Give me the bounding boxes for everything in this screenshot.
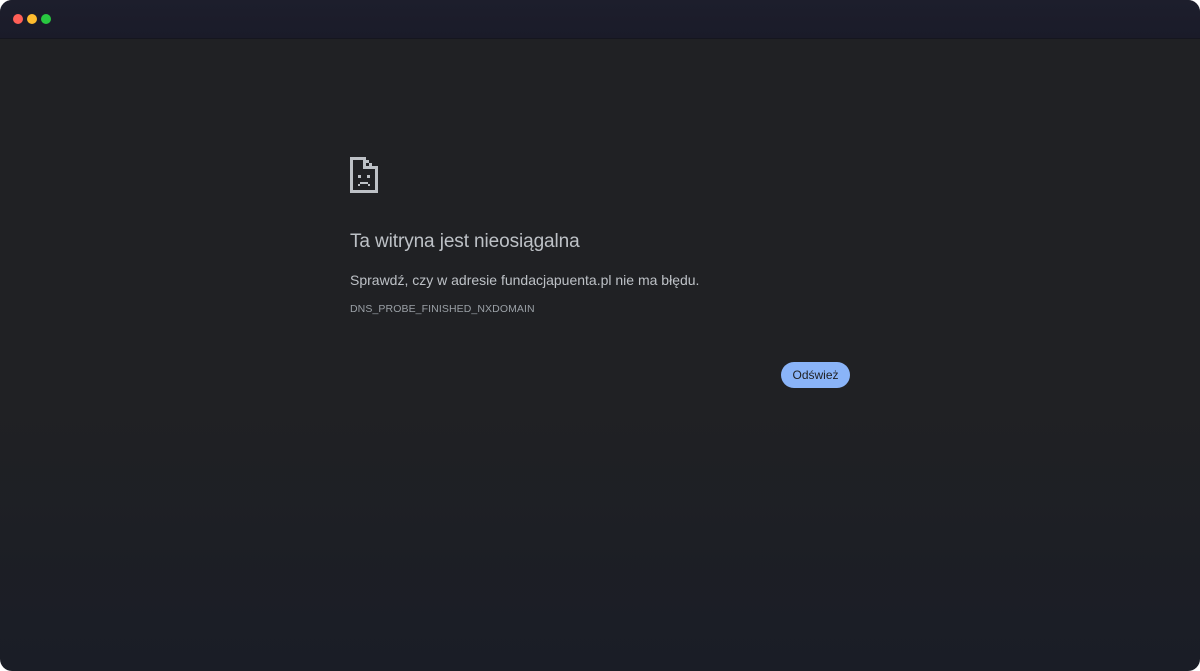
browser-window: Ta witryna jest nieosiągalna Sprawdź, cz…: [0, 0, 1200, 671]
error-message-prefix: Sprawdź, czy w adresie: [350, 272, 501, 288]
error-code: DNS_PROBE_FINISHED_NXDOMAIN: [350, 303, 535, 315]
error-domain: fundacjapuenta.pl: [500, 272, 612, 288]
sad-page-icon: [350, 157, 378, 193]
minimize-window-button[interactable]: [27, 14, 37, 24]
reload-button[interactable]: Odśwież: [781, 362, 850, 388]
error-message-suffix: nie ma błędu.: [611, 272, 700, 288]
maximize-window-button[interactable]: [41, 14, 51, 24]
title-bar: [0, 0, 1200, 39]
close-window-button[interactable]: [13, 14, 23, 24]
error-message: Sprawdź, czy w adresie fundacjapuenta.pl…: [350, 272, 699, 288]
error-heading: Ta witryna jest nieosiągalna: [350, 231, 580, 252]
